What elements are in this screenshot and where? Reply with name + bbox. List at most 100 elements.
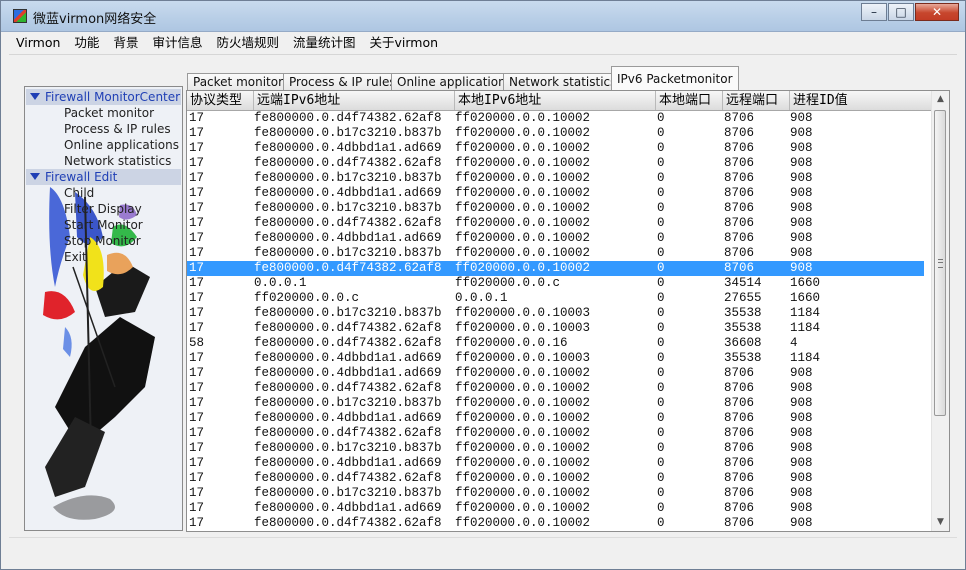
table-row[interactable]: 17 fe800000.0.b17c3210.b837b ff020000.0.0.… xyxy=(187,441,924,456)
table-row[interactable]: 17 fe800000.0.d4f74382.62af8 ff020000.0.0.… xyxy=(187,216,924,231)
table-row[interactable]: 17 fe800000.0.4dbbd1a1.ad669 ff020000.0.0.… xyxy=(187,186,924,201)
column-header-process-id[interactable]: 进程ID值 xyxy=(790,91,932,110)
tab-ipv6-packetmonitor[interactable]: IPv6 Packetmonitor xyxy=(611,66,739,90)
scroll-thumb[interactable] xyxy=(934,110,946,416)
table-cell: 8706 xyxy=(724,411,755,425)
ipv6-packet-list[interactable]: 协议类型 远端IPv6地址 本地IPv6地址 本地端口 远程端口 进程ID值 1… xyxy=(186,90,950,532)
table-cell: fe800000.0.d4f74382.62af8 xyxy=(254,321,442,335)
minimize-icon[interactable]: – xyxy=(861,3,887,21)
tab-process-ip-rules[interactable]: Process & IP rules xyxy=(283,73,402,90)
tab-online-applications[interactable]: Online applications xyxy=(391,73,518,90)
table-row[interactable]: 17 fe800000.0.4dbbd1a1.ad669 ff020000.0.0.… xyxy=(187,501,924,516)
table-row[interactable]: 17 fe800000.0.d4f74382.62af8 ff020000.0.0.… xyxy=(187,471,924,486)
table-row[interactable]: 17 fe800000.0.d4f74382.62af8 ff020000.0.0.… xyxy=(187,381,924,396)
table-cell: 8706 xyxy=(724,366,755,380)
column-header-local-ipv6[interactable]: 本地IPv6地址 xyxy=(455,91,656,110)
table-cell: 27655 xyxy=(724,291,762,305)
vertical-scrollbar[interactable]: ▲ ▼ xyxy=(931,91,949,531)
table-row[interactable]: 17 fe800000.0.b17c3210.b837b ff020000.0.0.… xyxy=(187,246,924,261)
scroll-down-icon[interactable]: ▼ xyxy=(932,514,949,531)
table-cell: 8706 xyxy=(724,456,755,470)
table-cell: 1184 xyxy=(790,306,821,320)
table-row[interactable]: 17 fe800000.0.b17c3210.b837b ff020000.0.0.… xyxy=(187,486,924,501)
table-cell: ff020000.0.0.10002 xyxy=(455,141,591,155)
table-cell: 0 xyxy=(657,156,665,170)
menu-firewall-rules[interactable]: 防火墙规则 xyxy=(209,32,286,54)
table-row[interactable]: 17 fe800000.0.4dbbd1a1.ad669 ff020000.0.0.… xyxy=(187,231,924,246)
table-row[interactable]: 17 fe800000.0.4dbbd1a1.ad669 ff020000.0.0.… xyxy=(187,456,924,471)
tree-item-network-statistics[interactable]: Network statistics xyxy=(64,153,171,169)
table-cell: ff020000.0.0.16 xyxy=(455,336,568,350)
collapse-triangle-icon[interactable] xyxy=(30,93,40,100)
table-cell: 0 xyxy=(657,246,665,260)
table-row[interactable]: 17 fe800000.0.b17c3210.b837b ff020000.0.0.… xyxy=(187,201,924,216)
table-row[interactable]: 58 fe800000.0.d4f74382.62af8 ff020000.0.0.… xyxy=(187,336,924,351)
table-cell: 0 xyxy=(657,351,665,365)
tree-item-process-ip-rules[interactable]: Process & IP rules xyxy=(64,121,171,137)
table-cell: fe800000.0.d4f74382.62af8 xyxy=(254,516,442,530)
table-row[interactable]: 17 fe800000.0.b17c3210.b837b ff020000.0.0.… xyxy=(187,126,924,141)
table-cell: 8706 xyxy=(724,171,755,185)
table-cell: 908 xyxy=(790,441,813,455)
table-row[interactable]: 17 fe800000.0.4dbbd1a1.ad669 ff020000.0.0.… xyxy=(187,351,924,366)
tree-group-monitorcenter[interactable]: Firewall MonitorCenter xyxy=(26,89,181,105)
table-row[interactable]: 17 fe800000.0.4dbbd1a1.ad669 ff020000.0.0.… xyxy=(187,411,924,426)
table-cell: ff020000.0.0.10002 xyxy=(455,156,591,170)
column-header-protocol[interactable]: 协议类型 xyxy=(187,91,254,110)
table-cell: ff020000.0.0.10002 xyxy=(455,111,591,125)
table-cell: 17 xyxy=(189,231,205,245)
tree-item-stop-monitor[interactable]: Stop Monitor xyxy=(64,233,141,249)
table-row[interactable]: 17 fe800000.0.d4f74382.62af8 ff020000.0.0.… xyxy=(187,426,924,441)
table-cell: 1660 xyxy=(790,276,821,290)
table-cell: 908 xyxy=(790,201,813,215)
table-cell: 0 xyxy=(657,516,665,530)
table-row[interactable]: 17 fe800000.0.d4f74382.62af8 ff020000.0.0.… xyxy=(187,261,924,276)
table-row[interactable]: 17 fe800000.0.4dbbd1a1.ad669 ff020000.0.0.… xyxy=(187,141,924,156)
tree-item-child[interactable]: Child xyxy=(64,185,94,201)
column-header-remote-ipv6[interactable]: 远端IPv6地址 xyxy=(254,91,455,110)
table-cell: 0 xyxy=(657,396,665,410)
table-cell: 1660 xyxy=(790,291,821,305)
table-row[interactable]: 17 fe800000.0.b17c3210.b837b ff020000.0.0.… xyxy=(187,396,924,411)
list-rows: 17 fe800000.0.d4f74382.62af8 ff020000.0.0.… xyxy=(187,111,932,531)
tree-group-label: Firewall Edit xyxy=(45,170,118,184)
menu-audit-info[interactable]: 审计信息 xyxy=(145,32,209,54)
table-row[interactable]: 17 fe800000.0.d4f74382.62af8 ff020000.0.0.… xyxy=(187,156,924,171)
menu-background[interactable]: 背景 xyxy=(106,32,145,54)
maximize-icon[interactable]: □ xyxy=(888,3,914,21)
table-row[interactable]: 17 fe800000.0.d4f74382.62af8 ff020000.0.0.… xyxy=(187,321,924,336)
collapse-triangle-icon[interactable] xyxy=(30,173,40,180)
table-row[interactable]: 17 fe800000.0.4dbbd1a1.ad669 ff020000.0.0.… xyxy=(187,366,924,381)
table-cell: 17 xyxy=(189,111,205,125)
close-icon[interactable]: ✕ xyxy=(915,3,959,21)
tab-network-statistics[interactable]: Network statistics xyxy=(503,73,623,90)
scroll-up-icon[interactable]: ▲ xyxy=(932,91,949,108)
table-cell: 908 xyxy=(790,186,813,200)
column-header-remote-port[interactable]: 远程端口 xyxy=(723,91,790,110)
table-cell: 1184 xyxy=(790,321,821,335)
tree-item-start-monitor[interactable]: Start Monitor xyxy=(64,217,143,233)
menu-functions[interactable]: 功能 xyxy=(67,32,106,54)
tree-item-online-applications[interactable]: Online applications xyxy=(64,137,179,153)
tree-item-packet-monitor[interactable]: Packet monitor xyxy=(64,105,154,121)
table-cell: 0 xyxy=(657,141,665,155)
table-row[interactable]: 17 0.0.0.1 ff020000.0.0.c 0 34514 1660 xyxy=(187,276,924,291)
tree-item-exit[interactable]: Exit xyxy=(64,249,87,265)
tree-item-filter-display[interactable]: Filter Display xyxy=(64,201,142,217)
table-cell: 17 xyxy=(189,171,205,185)
menu-virmon[interactable]: Virmon xyxy=(9,32,67,54)
tab-packet-monitor[interactable]: Packet monitor xyxy=(187,73,290,90)
table-cell: 36608 xyxy=(724,336,762,350)
table-cell: 8706 xyxy=(724,156,755,170)
table-row[interactable]: 17 ff020000.0.0.c 0.0.0.1 0 27655 1660 xyxy=(187,291,924,306)
table-cell: 8706 xyxy=(724,216,755,230)
menu-about[interactable]: 关于virmon xyxy=(363,32,446,54)
table-row[interactable]: 17 fe800000.0.d4f74382.62af8 ff020000.0.0.… xyxy=(187,111,924,126)
table-row[interactable]: 17 fe800000.0.b17c3210.b837b ff020000.0.0.… xyxy=(187,306,924,321)
menu-traffic-chart[interactable]: 流量统计图 xyxy=(286,32,363,54)
table-cell: ff020000.0.0.10003 xyxy=(455,351,591,365)
column-header-local-port[interactable]: 本地端口 xyxy=(656,91,723,110)
table-row[interactable]: 17 fe800000.0.b17c3210.b837b ff020000.0.0.… xyxy=(187,171,924,186)
tree-group-firewall-edit[interactable]: Firewall Edit xyxy=(26,169,181,185)
table-row[interactable]: 17 fe800000.0.d4f74382.62af8 ff020000.0.0.… xyxy=(187,516,924,531)
